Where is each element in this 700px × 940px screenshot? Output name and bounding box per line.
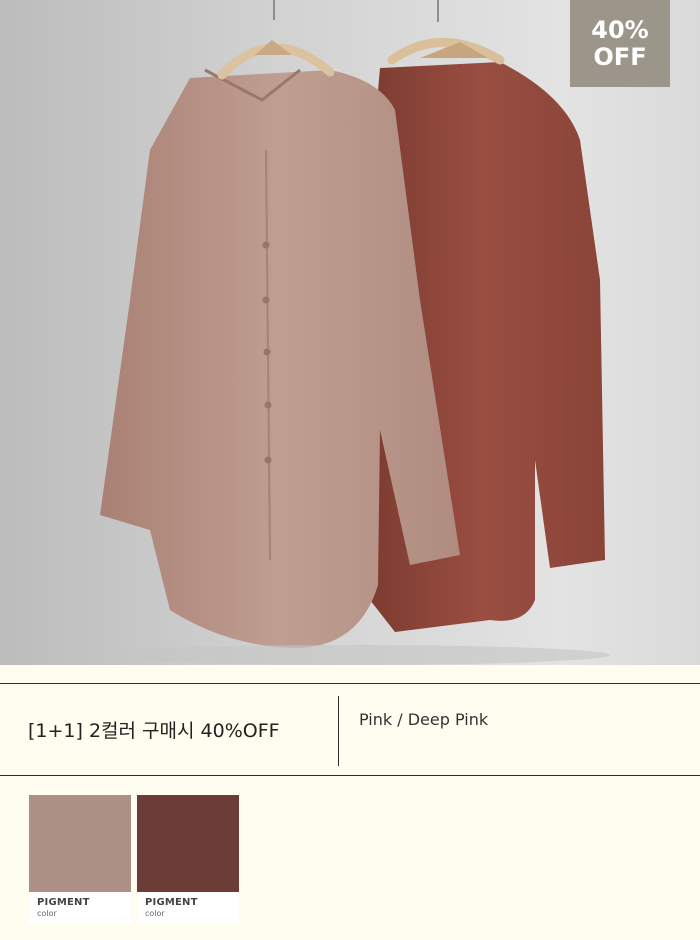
product-colors: Pink / Deep Pink	[359, 710, 489, 729]
product-info-bar: [1+1] 2컬러 구매시 40%OFF Pink / Deep Pink	[0, 683, 700, 776]
product-title: [1+1] 2컬러 구매시 40%OFF	[28, 720, 280, 742]
color-swatch-deep-pink[interactable]: PIGMENT color	[137, 795, 239, 924]
discount-badge: 40% OFF	[570, 0, 670, 87]
swatch-brand: PIGMENT	[145, 897, 198, 908]
discount-percent: 40%	[591, 15, 649, 44]
divider	[338, 696, 339, 766]
swatch-sub: color	[145, 909, 165, 918]
swatch-chip	[29, 795, 131, 892]
shirts-illustration	[0, 0, 700, 665]
product-photo: 40% OFF	[0, 0, 700, 665]
color-swatch-pink[interactable]: PIGMENT color	[29, 795, 131, 924]
discount-off-label: OFF	[593, 42, 647, 71]
swatch-sub: color	[37, 909, 57, 918]
swatch-brand: PIGMENT	[37, 897, 90, 908]
swatch-chip	[137, 795, 239, 892]
